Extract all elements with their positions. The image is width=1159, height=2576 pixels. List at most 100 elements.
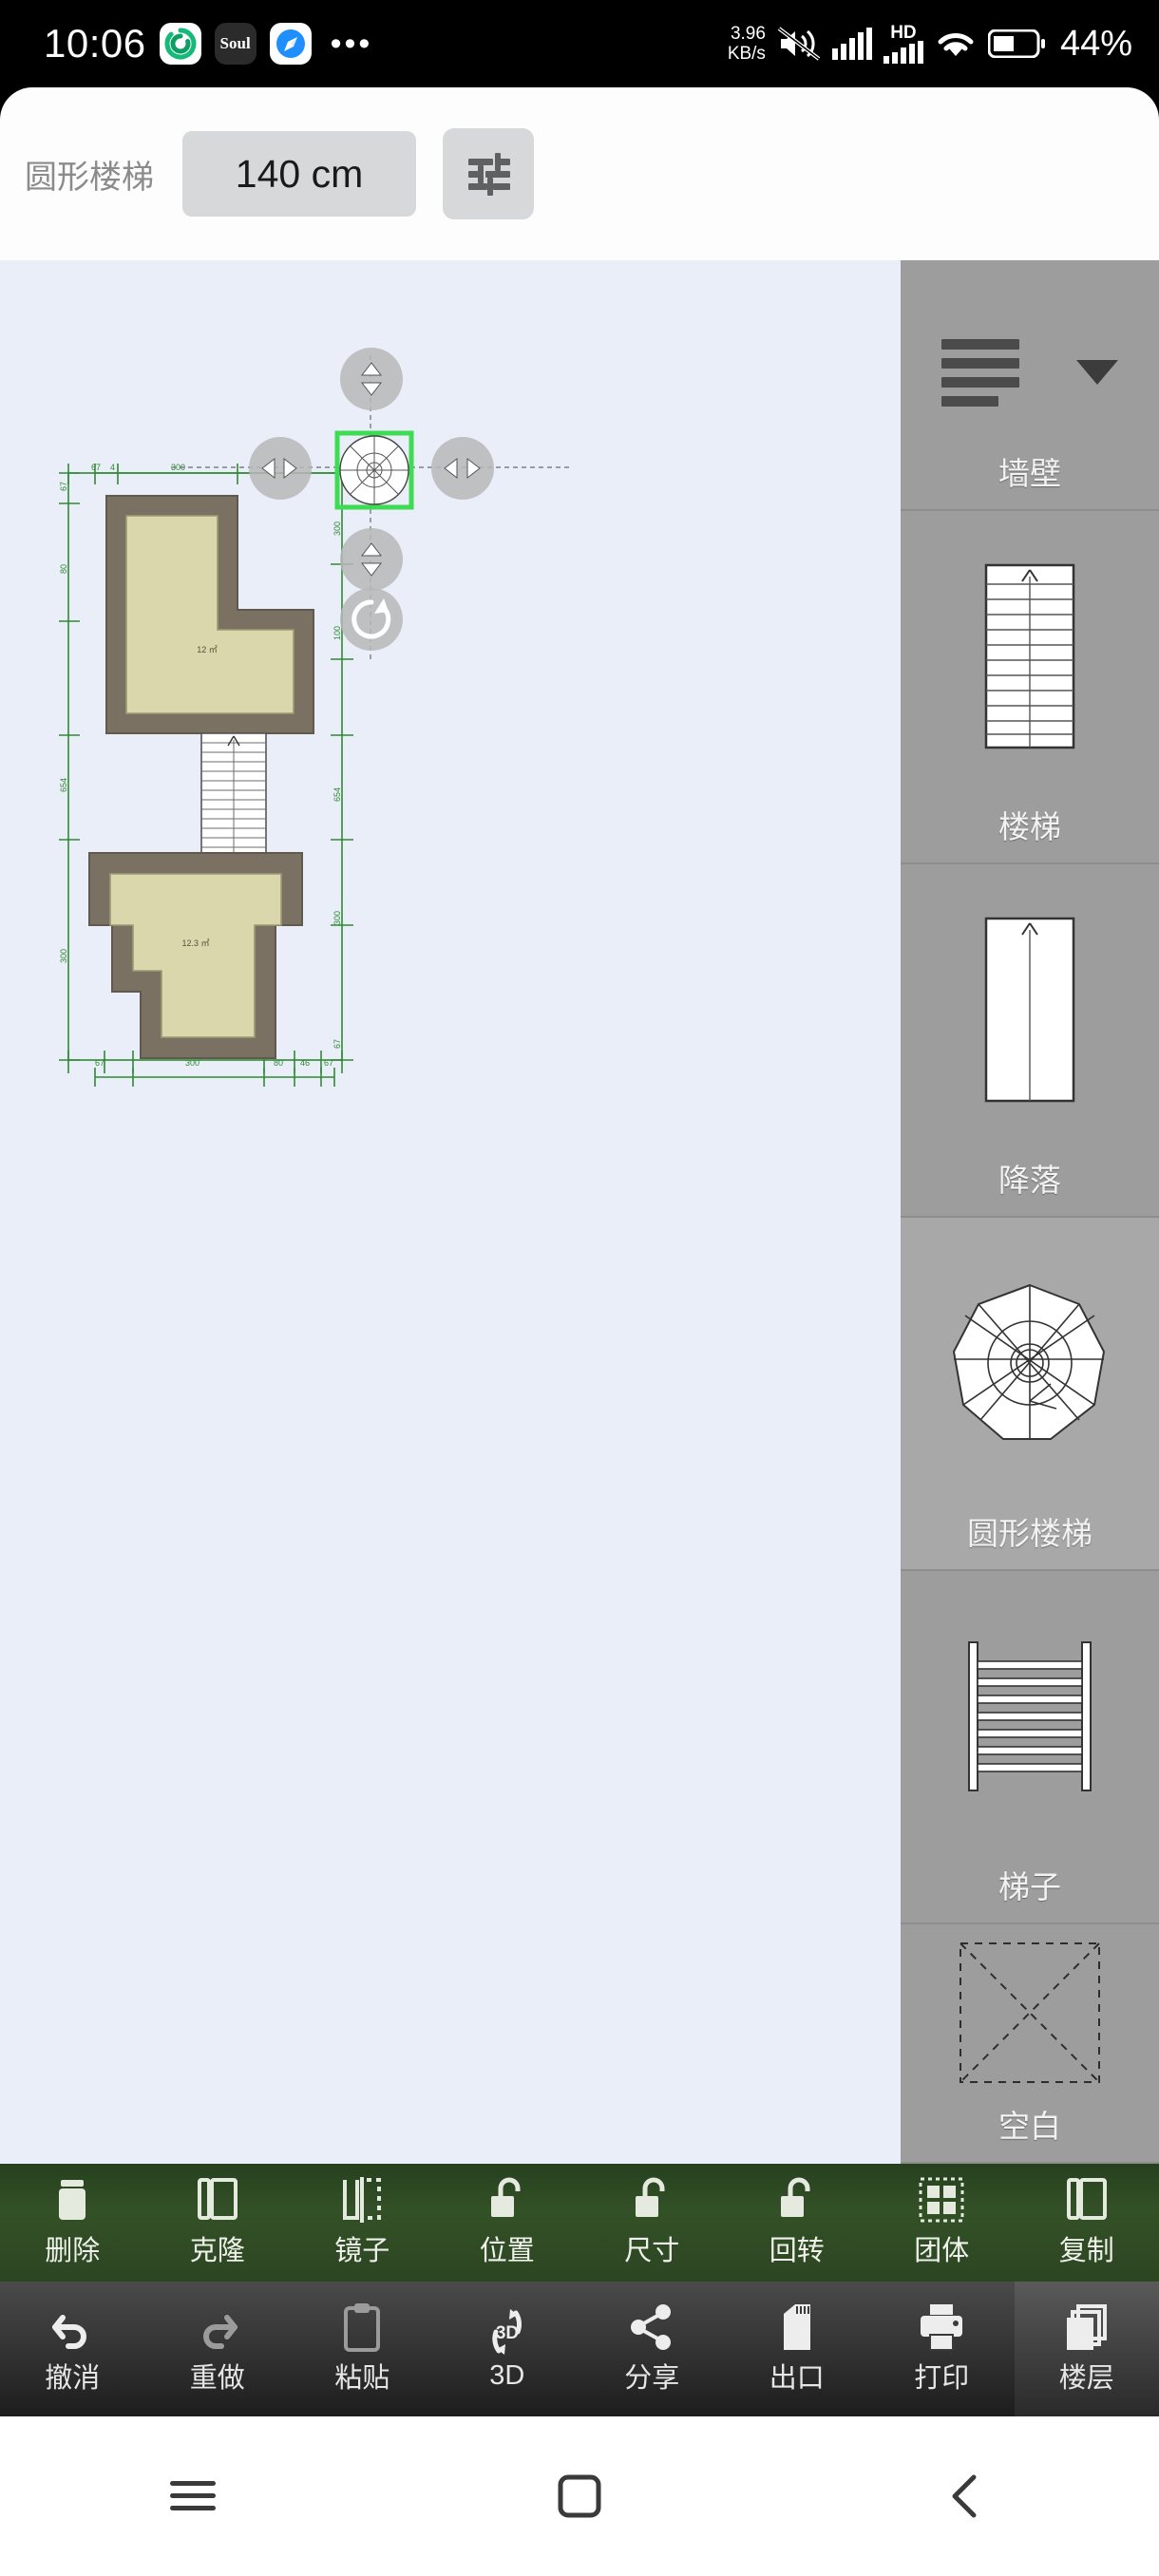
network-speed-value: 3.96 bbox=[730, 24, 766, 44]
nav-home-button[interactable] bbox=[522, 2449, 636, 2544]
toolbar-item-label: 分享 bbox=[624, 2363, 680, 2394]
handle-move-up[interactable] bbox=[340, 348, 403, 410]
network-speed: 3.96 KB/s bbox=[728, 24, 766, 64]
palette-item-label: 降落 bbox=[998, 1163, 1061, 1198]
svg-text:46: 46 bbox=[300, 1058, 310, 1068]
room-area-label: 12.3 ㎡ bbox=[181, 938, 209, 948]
print-icon bbox=[921, 2304, 963, 2351]
floors-icon bbox=[1066, 2304, 1107, 2350]
floor-plan-drawing: 67 4 300 67 80 654 300 300 100 654 300 6… bbox=[59, 348, 570, 1087]
blank-icon bbox=[901, 1924, 1159, 2101]
signal-bars-2-icon bbox=[883, 40, 923, 64]
clone-icon bbox=[197, 2178, 238, 2220]
share-icon bbox=[631, 2304, 672, 2350]
toolbar-item-label: 团体 bbox=[914, 2236, 970, 2266]
svg-text:300: 300 bbox=[332, 911, 342, 925]
toolbar-group-button[interactable]: 团体 bbox=[869, 2164, 1015, 2282]
copy-icon bbox=[1066, 2178, 1107, 2220]
toolbar-item-label: 位置 bbox=[479, 2236, 535, 2266]
palette-item-label: 墙壁 bbox=[998, 456, 1061, 491]
paste-icon bbox=[344, 2303, 381, 2352]
toolbar-item-label: 撤消 bbox=[45, 2363, 101, 2394]
toolbar-item-label: 删除 bbox=[45, 2236, 101, 2266]
svg-text:67: 67 bbox=[95, 1058, 104, 1068]
menu-lines-icon[interactable] bbox=[941, 338, 1019, 407]
dimension-button[interactable]: 140 cm bbox=[182, 131, 416, 217]
floor-plan-canvas[interactable]: 67 4 300 67 80 654 300 300 100 654 300 6… bbox=[0, 260, 901, 2164]
selected-spiral-staircase[interactable] bbox=[334, 430, 414, 510]
handle-move-left[interactable] bbox=[249, 437, 312, 500]
room-upper[interactable]: 12 ㎡ bbox=[105, 495, 314, 734]
home-square-icon bbox=[558, 2474, 601, 2518]
back-chevron-icon bbox=[952, 2474, 977, 2518]
toolbar-item-label: 打印 bbox=[914, 2363, 970, 2394]
toolbar-redo-button[interactable]: 重做 bbox=[145, 2282, 291, 2416]
palette-item-spiral-stairs[interactable]: 圆形楼梯 bbox=[901, 1218, 1159, 1571]
selected-object-label: 圆形楼梯 bbox=[25, 159, 154, 196]
status-time: 10:06 bbox=[44, 21, 146, 66]
svg-text:654: 654 bbox=[332, 787, 342, 802]
mute-icon bbox=[777, 27, 821, 61]
palette-item-ladder[interactable]: 梯子 bbox=[901, 1571, 1159, 1924]
toolbar-3d-button[interactable]: 3D 3D bbox=[435, 2282, 580, 2416]
toolbar-print-button[interactable]: 打印 bbox=[869, 2282, 1015, 2416]
toolbar-item-label: 出口 bbox=[769, 2363, 825, 2394]
status-bar-right: 3.96 KB/s HD 44% bbox=[728, 24, 1159, 65]
handle-move-down[interactable] bbox=[340, 528, 403, 591]
toolbar-item-label: 粘贴 bbox=[334, 2363, 390, 2394]
nav-back-button[interactable] bbox=[909, 2449, 1023, 2544]
export-sdcard-icon bbox=[783, 2304, 810, 2350]
toolbar-rotate-button[interactable]: 回转 bbox=[725, 2164, 870, 2282]
battery-icon bbox=[987, 29, 1045, 58]
toolbar-mirror-button[interactable]: 镜子 bbox=[290, 2164, 435, 2282]
landing-icon bbox=[901, 864, 1159, 1155]
trash-icon bbox=[59, 2180, 86, 2220]
palette-item-landing[interactable]: 降落 bbox=[901, 864, 1159, 1218]
object-palette[interactable]: 墙壁 楼梯 降落 圆形楼梯 梯子 空白 bbox=[901, 260, 1159, 2164]
toolbar-position-button[interactable]: 位置 bbox=[435, 2164, 580, 2282]
straight-stair-object[interactable] bbox=[200, 732, 267, 854]
toolbar-item-label: 克隆 bbox=[189, 2236, 245, 2266]
battery-percent: 44% bbox=[1059, 23, 1132, 64]
palette-item-wall[interactable]: 墙壁 bbox=[901, 260, 1159, 511]
compass-blue-icon bbox=[269, 23, 312, 65]
toolbar-delete-button[interactable]: 删除 bbox=[0, 2164, 145, 2282]
palette-item-label: 空白 bbox=[998, 2109, 1061, 2144]
room-area-label: 12 ㎡ bbox=[197, 645, 218, 654]
hd-label: HD bbox=[890, 22, 917, 43]
toolbar-undo-button[interactable]: 撤消 bbox=[0, 2282, 145, 2416]
redo-icon bbox=[202, 2315, 238, 2349]
settings-button[interactable] bbox=[443, 128, 534, 219]
palette-item-stairs[interactable]: 楼梯 bbox=[901, 511, 1159, 864]
network-speed-unit: KB/s bbox=[727, 44, 766, 64]
context-toolbar: 删除 克隆 镜子 位置 尺寸 回转 团体 复制 bbox=[0, 2164, 1159, 2282]
soul-app-icon: Soul bbox=[214, 23, 256, 65]
toolbar-item-label: 3D bbox=[489, 2359, 525, 2391]
toolbar-clone-button[interactable]: 克隆 bbox=[145, 2164, 291, 2282]
svg-text:300: 300 bbox=[59, 949, 68, 963]
wifi-icon bbox=[938, 33, 974, 56]
toolbar-floors-button[interactable]: 楼层 bbox=[1014, 2282, 1159, 2416]
chevron-down-icon[interactable] bbox=[1076, 360, 1118, 385]
menu-icon bbox=[170, 2481, 217, 2510]
ladder-icon bbox=[901, 1571, 1159, 1862]
toolbar-copy-button[interactable]: 复制 bbox=[1015, 2164, 1159, 2282]
nav-menu-button[interactable] bbox=[136, 2449, 250, 2544]
palette-item-blank[interactable]: 空白 bbox=[901, 1924, 1159, 2164]
palette-item-label: 梯子 bbox=[998, 1869, 1061, 1904]
status-bar-left: 10:06 Soul ••• bbox=[0, 21, 372, 66]
toolbar-export-button[interactable]: 出口 bbox=[725, 2282, 870, 2416]
undo-icon bbox=[52, 2315, 87, 2349]
room-lower[interactable]: 12.3 ㎡ bbox=[88, 852, 303, 1059]
toolbar-item-label: 尺寸 bbox=[624, 2236, 680, 2266]
stairs-icon bbox=[901, 511, 1159, 802]
toolbar-size-button[interactable]: 尺寸 bbox=[580, 2164, 725, 2282]
handle-move-right[interactable] bbox=[431, 437, 494, 500]
toolbar-paste-button[interactable]: 粘贴 bbox=[290, 2282, 435, 2416]
svg-text:67: 67 bbox=[59, 482, 68, 491]
svg-text:300: 300 bbox=[185, 1058, 200, 1068]
soul-app-label: Soul bbox=[219, 34, 251, 52]
svg-text:67: 67 bbox=[332, 1039, 342, 1049]
handle-rotate[interactable] bbox=[340, 588, 403, 651]
toolbar-share-button[interactable]: 分享 bbox=[580, 2282, 725, 2416]
